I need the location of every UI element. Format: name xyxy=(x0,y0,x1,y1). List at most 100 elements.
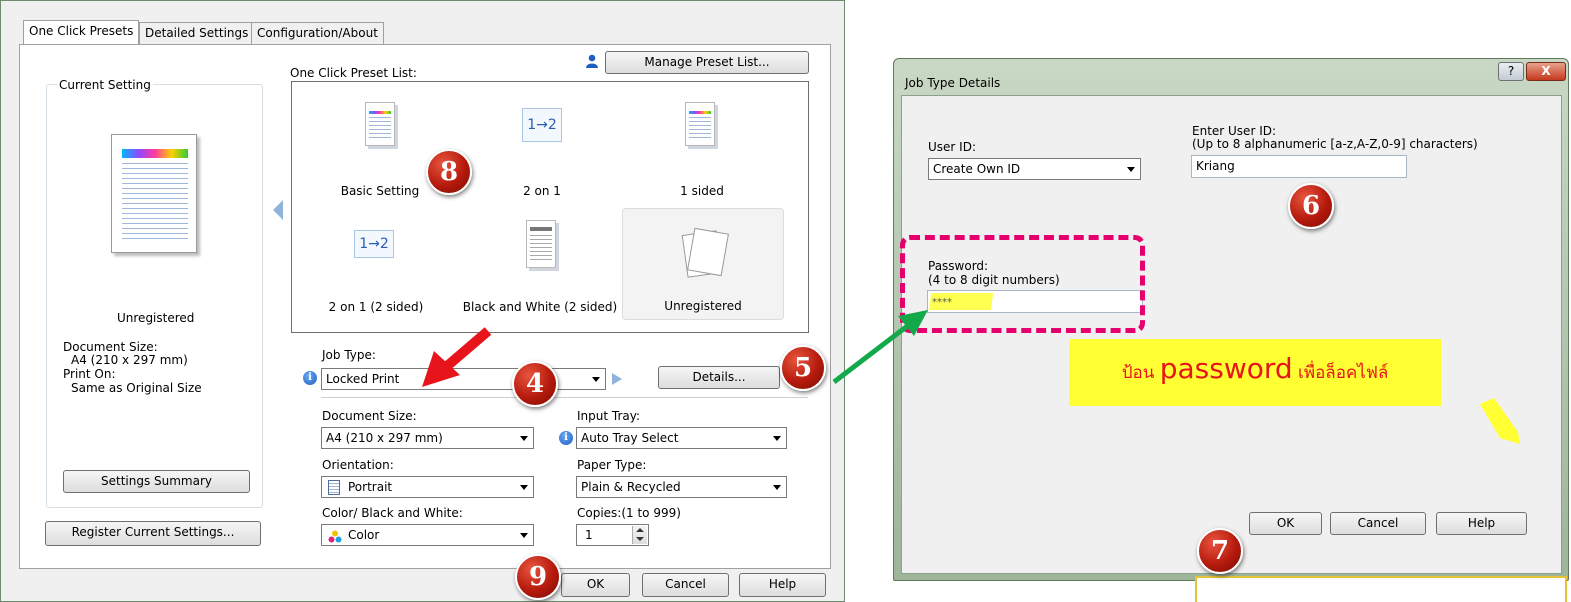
chevron-down-icon xyxy=(520,485,528,490)
input-tray-value: Auto Tray Select xyxy=(581,431,679,445)
help-button[interactable]: Help xyxy=(739,573,826,597)
user-id-label: User ID: xyxy=(928,140,976,154)
manage-preset-list-button[interactable]: Manage Preset List... xyxy=(605,51,809,74)
job-type-label: Job Type: xyxy=(322,348,376,362)
job-type-value: Locked Print xyxy=(326,372,400,386)
preset-label: 2 on 1 xyxy=(523,184,561,198)
ok-button[interactable]: OK xyxy=(1249,512,1322,535)
chevron-down-icon xyxy=(1127,167,1135,172)
document-size-summary-label: Document Size: xyxy=(63,340,158,354)
preset-black-and-white-2-sided[interactable]: Black and White (2 sided) xyxy=(460,210,620,320)
callout-pointer xyxy=(1478,398,1522,444)
color-mode-select[interactable]: Color xyxy=(321,524,534,546)
two-on-one-duplex-icon: 1→2 xyxy=(354,230,394,258)
tab-configuration-about[interactable]: Configuration/About xyxy=(251,22,384,44)
copies-label: Copies:(1 to 999) xyxy=(577,506,681,520)
preset-1-sided[interactable]: 1 sided xyxy=(632,94,772,204)
document-size-select[interactable]: A4 (210 x 297 mm) xyxy=(321,427,534,449)
help-title-button[interactable]: ? xyxy=(1498,62,1524,81)
register-current-settings-button[interactable]: Register Current Settings... xyxy=(45,521,261,546)
preset-2-on-1-2-sided[interactable]: 1→2 2 on 1 (2 sided) xyxy=(306,210,446,320)
enter-user-id-hint: (Up to 8 alphanumeric [a-z,A-Z,0-9] char… xyxy=(1192,137,1478,151)
copies-value: 1 xyxy=(585,528,593,542)
enter-user-id-value: Kriang xyxy=(1196,159,1235,173)
callout-thai-prefix: ป้อน xyxy=(1121,363,1160,383)
document-size-label: Document Size: xyxy=(322,409,417,423)
copies-stepper[interactable]: 1 xyxy=(576,524,649,546)
current-setting-preview xyxy=(111,134,197,253)
preset-label: Unregistered xyxy=(664,299,742,313)
info-icon: i xyxy=(303,371,317,385)
dialog-client-area: User ID: Create Own ID Enter User ID: (U… xyxy=(901,95,1562,574)
preset-label: Black and White (2 sided) xyxy=(462,300,618,314)
step-badge-9: 9 xyxy=(515,554,561,600)
orientation-select[interactable]: Portrait xyxy=(321,476,534,498)
chevron-down-icon xyxy=(592,377,600,382)
preset-list-box: Basic Setting 1→2 2 on 1 1 sided 1→2 2 o… xyxy=(291,81,809,333)
callout-thai-suffix: เพื่อล็อคไฟล์ xyxy=(1292,363,1389,383)
document-icon xyxy=(685,102,715,146)
blank-pages-icon xyxy=(679,227,731,282)
paper-type-label: Paper Type: xyxy=(577,458,647,472)
user-icon xyxy=(586,54,598,68)
step-badge-7: 7 xyxy=(1197,528,1243,574)
user-id-value: Create Own ID xyxy=(933,162,1021,176)
red-arrow xyxy=(418,325,494,391)
print-on-summary-value: Same as Original Size xyxy=(71,381,202,395)
step-badge-8: 8 xyxy=(426,149,472,195)
instruction-callout: ป้อน password เพื่อล็อคไฟล์ xyxy=(1069,339,1441,406)
chevron-up-icon[interactable] xyxy=(636,528,644,532)
scroll-left-arrow-icon[interactable] xyxy=(273,200,283,220)
enter-user-id-label: Enter User ID: xyxy=(1192,124,1277,138)
help-button[interactable]: Help xyxy=(1436,512,1527,535)
orientation-value: Portrait xyxy=(348,480,393,494)
color-dots-icon xyxy=(328,529,342,543)
input-tray-select[interactable]: Auto Tray Select xyxy=(576,427,787,449)
close-button[interactable]: X xyxy=(1526,62,1566,81)
color-mode-value: Color xyxy=(348,528,380,542)
preset-label: 2 on 1 (2 sided) xyxy=(328,300,424,314)
tab-one-click-presets[interactable]: One Click Presets xyxy=(23,20,140,45)
divider xyxy=(321,397,808,398)
tab-detailed-settings[interactable]: Detailed Settings xyxy=(139,22,255,44)
preset-label: 1 sided xyxy=(680,184,724,198)
portrait-icon xyxy=(328,480,340,495)
step-badge-4: 4 xyxy=(512,361,558,407)
input-tray-label: Input Tray: xyxy=(577,409,641,423)
current-setting-label: Current Setting xyxy=(57,78,153,92)
enter-user-id-input[interactable]: Kriang xyxy=(1191,155,1407,178)
callout-keyword: password xyxy=(1159,352,1293,385)
preset-label: Basic Setting xyxy=(340,184,420,198)
document-icon xyxy=(365,102,395,146)
note-box xyxy=(1195,576,1567,602)
preset-list-label: One Click Preset List: xyxy=(290,66,417,80)
two-on-one-icon: 1→2 xyxy=(522,108,562,142)
printer-preferences-dialog: One Click Presets Detailed Settings Conf… xyxy=(0,0,845,602)
cancel-button[interactable]: Cancel xyxy=(1330,512,1426,535)
current-preset-name: Unregistered xyxy=(117,311,195,325)
stepper-buttons[interactable] xyxy=(632,526,647,544)
chevron-down-icon xyxy=(520,436,528,441)
preset-2-on-1[interactable]: 1→2 2 on 1 xyxy=(472,94,612,204)
chevron-down-icon xyxy=(520,533,528,538)
dialog-title: Job Type Details xyxy=(905,76,1001,90)
step-badge-5: 5 xyxy=(780,345,826,391)
ok-button[interactable]: OK xyxy=(561,573,630,597)
play-arrow-icon xyxy=(612,373,622,385)
preset-basic-setting[interactable]: Basic Setting xyxy=(310,94,450,204)
print-on-summary-label: Print On: xyxy=(63,367,116,381)
color-mode-label: Color/ Black and White: xyxy=(322,506,463,520)
document-size-summary-value: A4 (210 x 297 mm) xyxy=(71,353,188,367)
cancel-button[interactable]: Cancel xyxy=(642,573,729,597)
details-button[interactable]: Details... xyxy=(658,366,780,389)
user-id-select[interactable]: Create Own ID xyxy=(928,158,1141,180)
preset-unregistered[interactable]: Unregistered xyxy=(622,208,784,320)
settings-summary-button[interactable]: Settings Summary xyxy=(63,470,250,493)
chevron-down-icon[interactable] xyxy=(636,537,644,541)
document-size-value: A4 (210 x 297 mm) xyxy=(326,431,443,445)
info-icon: i xyxy=(559,431,573,445)
step-badge-6: 6 xyxy=(1288,183,1334,229)
paper-type-select[interactable]: Plain & Recycled xyxy=(576,476,787,498)
orientation-label: Orientation: xyxy=(322,458,394,472)
paper-type-value: Plain & Recycled xyxy=(581,480,681,494)
